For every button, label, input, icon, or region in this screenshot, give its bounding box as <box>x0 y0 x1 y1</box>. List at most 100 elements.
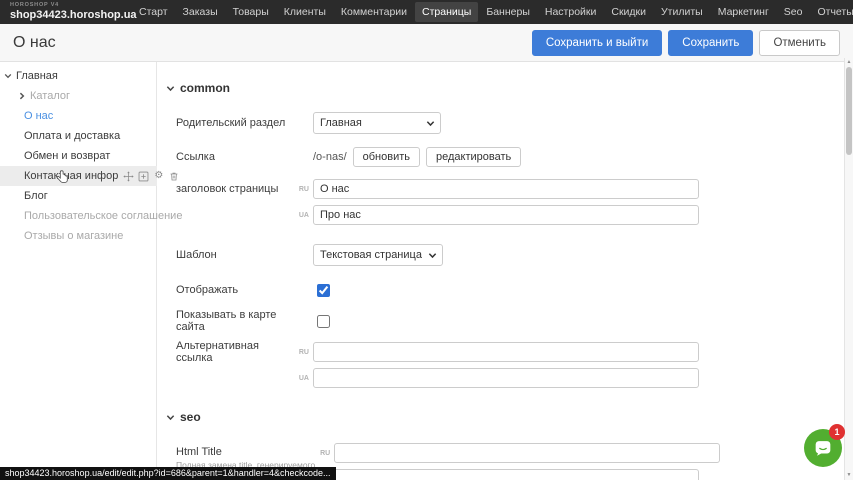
sitemap-label: Показывать в карте сайта <box>176 309 294 333</box>
browser-status-url: shop34423.horoshop.ua/edit/edit.php?id=6… <box>0 467 336 480</box>
lang-tag-ua: UA <box>294 212 313 219</box>
pages-tree-sidebar: Главная Каталог О нас Оплата и доставка … <box>0 62 157 480</box>
alt-link-label: Альтернативная ссылка <box>176 340 294 364</box>
lang-tag-ru: RU <box>294 349 313 356</box>
page-edit-form: common Родительский раздел Главная Ссылк… <box>158 62 845 480</box>
scrollbar-thumb[interactable] <box>846 67 852 155</box>
scroll-up-arrow-icon[interactable]: ▲ <box>845 58 853 67</box>
template-row: Шаблон Текстовая страница <box>158 244 845 266</box>
cancel-button[interactable]: Отменить <box>759 30 840 56</box>
nav-products[interactable]: Товары <box>226 2 276 22</box>
sidebar-item-contact-info[interactable]: Контактная инфор ⚙ <box>0 166 157 186</box>
nav-settings[interactable]: Настройки <box>538 2 604 22</box>
parent-section-label: Родительский раздел <box>176 117 294 129</box>
vertical-scrollbar[interactable]: ▲ ▼ <box>844 58 853 480</box>
sidebar-item-label: Оплата и доставка <box>24 130 120 142</box>
html-title-label: Html Title <box>176 446 222 458</box>
nav-banners[interactable]: Баннеры <box>479 2 537 22</box>
sidebar-item-label: Блог <box>24 190 48 202</box>
display-checkbox[interactable] <box>317 284 330 297</box>
link-edit-button[interactable]: редактировать <box>426 147 521 167</box>
page-title-ru-input[interactable] <box>313 179 699 199</box>
collapse-chevron-icon <box>166 413 175 422</box>
nav-marketing[interactable]: Маркетинг <box>711 2 776 22</box>
display-label: Отображать <box>176 284 294 296</box>
move-item-icon[interactable] <box>123 171 134 182</box>
chat-bubble-icon <box>812 437 834 459</box>
chevron-down-icon <box>4 72 12 80</box>
section-common-header[interactable]: common <box>166 81 230 95</box>
sidebar-item-label: Контактная инфор <box>24 170 118 182</box>
nav-orders[interactable]: Заказы <box>176 2 225 22</box>
sidebar-item-label: Каталог <box>30 90 70 102</box>
lang-tag-ru: RU <box>294 186 313 193</box>
sitemap-checkbox[interactable] <box>317 315 330 328</box>
sidebar-item-label: Главная <box>16 70 58 82</box>
sidebar-item-store-reviews[interactable]: Отзывы о магазине <box>0 226 157 246</box>
nav-comments[interactable]: Комментарии <box>334 2 414 22</box>
shop-domain-label: shop34423.horoshop.ua <box>10 10 128 21</box>
collapse-chevron-icon <box>166 84 175 93</box>
nav-reports[interactable]: Отчеты <box>810 2 853 22</box>
link-row: Ссылка /o-nas/ обновить редактировать <box>158 146 845 168</box>
chat-widget-button[interactable]: 1 <box>804 429 842 467</box>
page-title-ru-row: заголовок страницы RU <box>158 179 845 199</box>
link-update-button[interactable]: обновить <box>353 147 420 167</box>
page-title: О нас <box>13 34 56 52</box>
nav-discounts[interactable]: Скидки <box>604 2 653 22</box>
sidebar-item-label: Пользовательское соглашение <box>24 210 182 222</box>
nav-clients[interactable]: Клиенты <box>277 2 333 22</box>
main-menu: Старт Заказы Товары Клиенты Комментарии … <box>132 2 853 22</box>
app-logo[interactable]: HOROSHOP V4 shop34423.horoshop.ua <box>10 3 128 21</box>
lang-tag-ru: RU <box>315 443 334 457</box>
nav-pages[interactable]: Страницы <box>415 2 478 22</box>
chevron-right-icon <box>18 92 26 100</box>
template-select[interactable]: Текстовая страница <box>313 244 443 266</box>
link-path-value: /o-nas/ <box>313 151 347 163</box>
display-row: Отображать <box>158 283 845 297</box>
html-title-ru-input[interactable] <box>334 443 720 463</box>
logo-version-label: HOROSHOP V4 <box>10 3 128 9</box>
sidebar-item-about[interactable]: О нас <box>0 106 157 126</box>
page-title-label: заголовок страницы <box>176 183 294 195</box>
chat-notification-badge: 1 <box>829 424 845 440</box>
alt-link-ua-row: UA <box>158 368 845 388</box>
header-actions: Сохранить и выйти Сохранить Отменить <box>532 30 840 56</box>
page-title-ua-input[interactable] <box>313 205 699 225</box>
parent-section-row: Родительский раздел Главная <box>158 112 845 134</box>
section-title: seo <box>180 410 201 424</box>
save-and-exit-button[interactable]: Сохранить и выйти <box>532 30 662 56</box>
sidebar-item-label: Отзывы о магазине <box>24 230 123 242</box>
page-header: О нас Сохранить и выйти Сохранить Отмени… <box>0 24 853 62</box>
delete-trash-icon[interactable] <box>168 171 179 182</box>
nav-seo[interactable]: Seo <box>777 2 810 22</box>
nav-utilities[interactable]: Утилиты <box>654 2 710 22</box>
sidebar-item-exchange-return[interactable]: Обмен и возврат <box>0 146 157 166</box>
section-title: common <box>180 81 230 95</box>
template-label: Шаблон <box>176 249 294 261</box>
parent-section-select[interactable]: Главная <box>313 112 441 134</box>
page-title-ua-row: UA <box>158 205 845 225</box>
sidebar-item-payment-delivery[interactable]: Оплата и доставка <box>0 126 157 146</box>
sidebar-item-catalog[interactable]: Каталог <box>0 86 157 106</box>
sidebar-item-user-agreement[interactable]: Пользовательское соглашение <box>0 206 157 226</box>
tree-item-actions: ⚙ <box>123 171 179 182</box>
alt-link-ru-input[interactable] <box>313 342 699 362</box>
nav-start[interactable]: Старт <box>132 2 175 22</box>
sidebar-item-home[interactable]: Главная <box>0 66 157 86</box>
link-label: Ссылка <box>176 151 294 163</box>
settings-gear-icon[interactable]: ⚙ <box>153 171 164 182</box>
html-title-ua-input[interactable] <box>313 469 699 480</box>
sitemap-row: Показывать в карте сайта <box>158 314 845 328</box>
section-seo-header[interactable]: seo <box>166 410 201 424</box>
alt-link-ua-input[interactable] <box>313 368 699 388</box>
lang-tag-ua: UA <box>294 375 313 382</box>
alt-link-ru-row: Альтернативная ссылка RU <box>158 342 845 362</box>
top-navigation-bar: HOROSHOP V4 shop34423.horoshop.ua Старт … <box>0 0 853 24</box>
scroll-down-arrow-icon[interactable]: ▼ <box>845 471 853 480</box>
html-title-ru-row: Html Title Полная замена title, генериру… <box>158 443 845 463</box>
add-subpage-icon[interactable] <box>138 171 149 182</box>
sidebar-item-label: Обмен и возврат <box>24 150 110 162</box>
save-button[interactable]: Сохранить <box>668 30 753 56</box>
sidebar-item-blog[interactable]: Блог <box>0 186 157 206</box>
